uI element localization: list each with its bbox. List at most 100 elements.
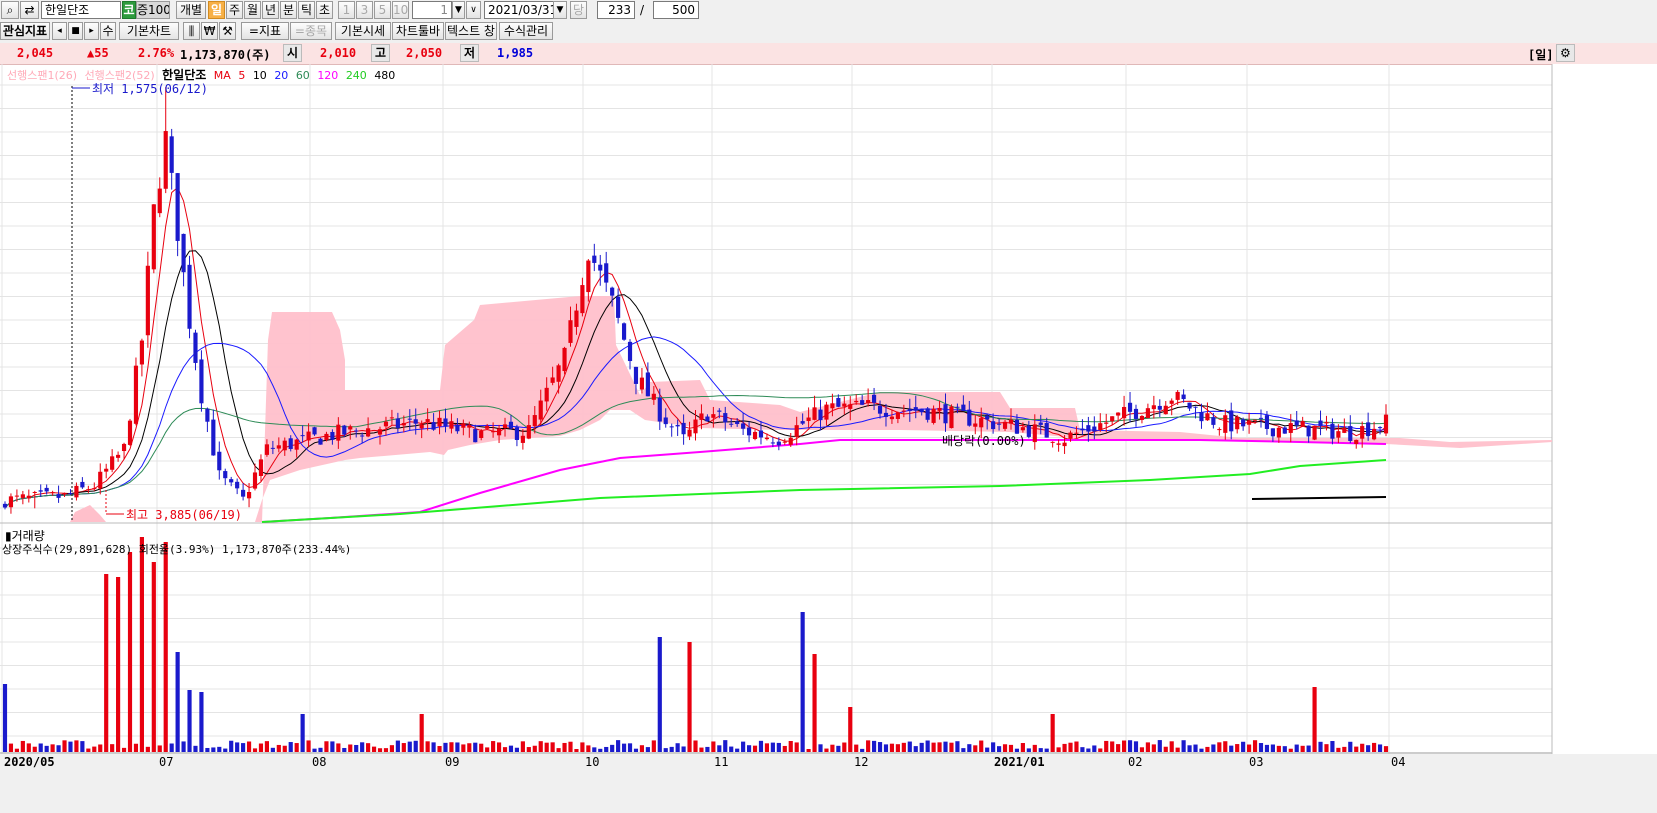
candle (544, 387, 549, 402)
volume-bar (431, 742, 436, 752)
period-indicator[interactable]: [일] (1528, 46, 1554, 63)
interval-1[interactable]: 1 (338, 1, 355, 19)
volume-bar (1318, 741, 1323, 752)
volume-bar (645, 747, 650, 752)
su-button[interactable]: 수 (100, 22, 116, 40)
volume-bar (1056, 747, 1061, 752)
volume-bar (532, 745, 537, 752)
candle (806, 417, 811, 422)
candle (883, 412, 889, 417)
volume-bar (657, 637, 662, 752)
volume-bar (604, 746, 609, 752)
count-input[interactable]: 233 (597, 1, 635, 19)
period-tick[interactable]: 틱 (298, 1, 315, 19)
volume-bar (1032, 744, 1037, 752)
candle (705, 416, 710, 422)
volume-bar (1169, 741, 1174, 752)
date-today-button[interactable]: 당 (570, 1, 587, 19)
volume-bar (413, 740, 418, 752)
candle (1372, 428, 1377, 440)
candle (627, 341, 633, 362)
interval-10[interactable]: 10 (392, 1, 409, 19)
volume-bar (32, 746, 37, 752)
volume-bar (961, 748, 966, 752)
date-input[interactable]: 2021/03/31 (484, 1, 554, 19)
volume-bar (252, 748, 258, 752)
candle (342, 425, 347, 435)
period-second[interactable]: 초 (316, 1, 333, 19)
formula-manager-button[interactable]: 수식관리 (499, 22, 553, 40)
search-icon[interactable]: ⌕ (1, 1, 19, 19)
volume-bar (866, 740, 871, 752)
candle (1139, 415, 1145, 420)
candle-icon[interactable]: ⫼ (183, 22, 200, 40)
interval-3[interactable]: 3 (356, 1, 373, 19)
candle (324, 433, 329, 440)
text-window-button[interactable]: 텍스트 창 (445, 22, 497, 40)
period-month[interactable]: 월 (244, 1, 261, 19)
candle (508, 421, 514, 429)
mode-button[interactable]: 개별 (176, 1, 206, 19)
candle (1276, 427, 1281, 438)
period-year[interactable]: 년 (262, 1, 279, 19)
currency-icon[interactable]: ₩ (201, 22, 218, 40)
candle (1312, 425, 1317, 440)
prev-icon[interactable]: ◂ (52, 22, 67, 40)
interval-input[interactable]: 1 (412, 1, 452, 19)
period-day[interactable]: 일 (208, 1, 225, 19)
period-minute[interactable]: 분 (280, 1, 297, 19)
chevron-down-icon[interactable]: ∨ (466, 1, 481, 19)
interval-5[interactable]: 5 (374, 1, 391, 19)
refresh-icon[interactable]: ⇄ (20, 1, 39, 19)
volume-panel-info: 상장주식수(29,891,628) 회전율(3.93%) 1,173,870주(… (2, 543, 352, 556)
candle (282, 440, 287, 451)
candle (371, 430, 377, 432)
chart-toolbar-button[interactable]: 차트툴바 (392, 22, 444, 40)
volume-bar (473, 742, 478, 752)
candle (610, 287, 615, 296)
candle (621, 323, 627, 340)
wrench-icon[interactable]: ⚒ (219, 22, 236, 40)
volume-bar (199, 692, 204, 752)
candle (1318, 420, 1323, 427)
volume-bar (157, 745, 162, 752)
volume-bar (907, 741, 912, 752)
compare-button[interactable]: =종목 (290, 22, 332, 40)
interval-dropdown-icon[interactable]: ▼ (452, 1, 465, 19)
indicator-button[interactable]: =지표 (241, 22, 289, 40)
candle (377, 429, 383, 435)
candle (1074, 432, 1079, 434)
period-week[interactable]: 주 (226, 1, 243, 19)
basic-chart-button[interactable]: 기본차트 (119, 22, 179, 40)
stock-name-input[interactable]: 한일단조 (41, 1, 121, 19)
volume-bar (354, 744, 359, 752)
candle (1169, 400, 1174, 404)
settings-icon[interactable]: ⚙ (1556, 44, 1575, 62)
basic-quote-button[interactable]: 기본시세 (335, 22, 391, 40)
volume-bar (592, 747, 597, 752)
stock-chart[interactable] (0, 64, 1657, 813)
stop-icon[interactable]: ■ (68, 22, 83, 40)
candle (842, 403, 847, 407)
candle (467, 425, 472, 428)
volume-bar (1354, 746, 1359, 752)
candle (366, 428, 371, 437)
candle (425, 419, 430, 422)
volume-bar (812, 654, 817, 752)
candle (538, 400, 543, 420)
watch-indicator-button[interactable]: 관심지표 (0, 22, 50, 40)
candle (860, 400, 865, 405)
next-icon[interactable]: ▸ (84, 22, 99, 40)
volume-bar (1330, 741, 1335, 752)
volume-bar (211, 747, 216, 752)
volume-bar (1014, 748, 1020, 752)
count-total-input[interactable]: 500 (653, 1, 699, 19)
volume-bar (1175, 747, 1180, 752)
volume-bar (854, 744, 859, 752)
candle (229, 479, 234, 483)
candle (746, 427, 752, 436)
volume-bar (151, 562, 156, 752)
volume-bar (306, 740, 311, 752)
date-dropdown-icon[interactable]: ▼ (553, 1, 567, 19)
volume-bar (455, 742, 460, 752)
